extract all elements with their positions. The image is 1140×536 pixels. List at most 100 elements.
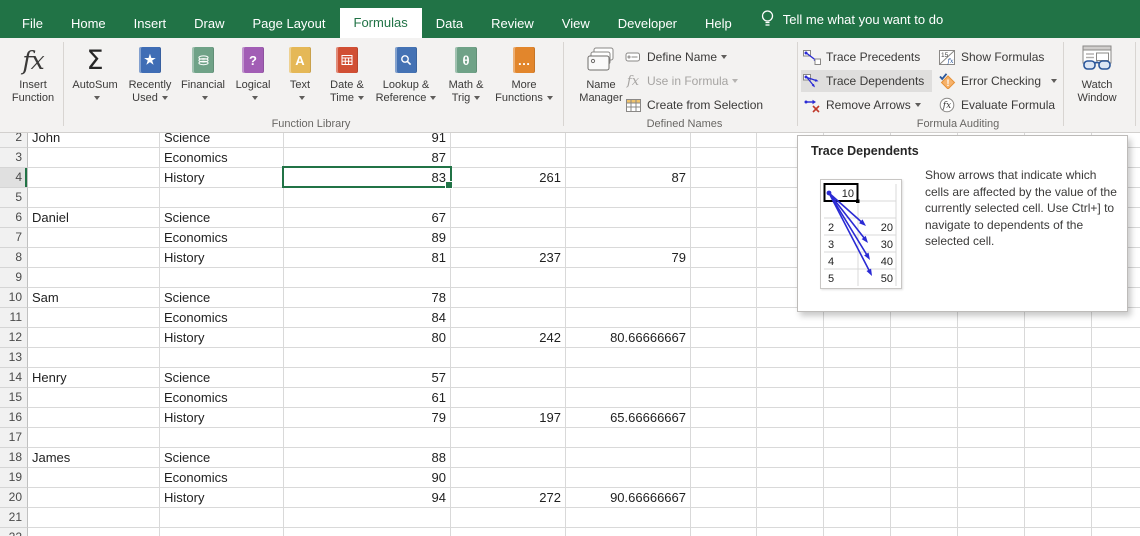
row-header-11[interactable]: 11 <box>0 308 28 328</box>
tab-view[interactable]: View <box>548 10 604 38</box>
cell[interactable] <box>1025 508 1092 528</box>
cell[interactable]: 83 <box>284 168 451 188</box>
cell[interactable] <box>691 208 757 228</box>
cell[interactable]: 91 <box>284 133 451 148</box>
cell[interactable] <box>757 468 824 488</box>
cell[interactable] <box>691 308 757 328</box>
cell[interactable] <box>451 188 566 208</box>
tab-home[interactable]: Home <box>57 10 120 38</box>
define-name-button[interactable]: Define Name <box>622 46 772 68</box>
cell[interactable] <box>824 328 891 348</box>
cell[interactable] <box>1025 328 1092 348</box>
cell[interactable] <box>891 468 958 488</box>
date-time-button[interactable]: Date & Time <box>322 41 372 129</box>
cell[interactable] <box>451 528 566 536</box>
logical-button[interactable]: ? Logical <box>229 41 277 129</box>
cell[interactable] <box>891 448 958 468</box>
cell[interactable] <box>691 288 757 308</box>
cell[interactable]: 61 <box>284 388 451 408</box>
cell[interactable] <box>451 208 566 228</box>
cell[interactable] <box>566 428 691 448</box>
cell[interactable] <box>1025 388 1092 408</box>
cell[interactable] <box>160 188 284 208</box>
cell[interactable] <box>1092 348 1140 368</box>
cell[interactable] <box>451 388 566 408</box>
row-header-22[interactable]: 22 <box>0 528 28 536</box>
cell[interactable] <box>28 268 160 288</box>
row-header-2[interactable]: 2 <box>0 133 28 148</box>
cell[interactable] <box>757 348 824 368</box>
cell[interactable] <box>28 488 160 508</box>
cell[interactable]: History <box>160 408 284 428</box>
cell[interactable] <box>28 388 160 408</box>
cell[interactable] <box>757 388 824 408</box>
cell[interactable] <box>451 308 566 328</box>
math-trig-button[interactable]: θ Math & Trig <box>440 41 492 129</box>
cell[interactable] <box>1025 428 1092 448</box>
cell[interactable]: 57 <box>284 368 451 388</box>
cell[interactable] <box>28 328 160 348</box>
cell[interactable] <box>1025 468 1092 488</box>
cell[interactable] <box>958 368 1025 388</box>
cell[interactable] <box>691 348 757 368</box>
cell[interactable] <box>1092 488 1140 508</box>
row-header-21[interactable]: 21 <box>0 508 28 528</box>
cell[interactable] <box>757 528 824 536</box>
cell[interactable] <box>691 248 757 268</box>
cell[interactable]: 67 <box>284 208 451 228</box>
cell[interactable] <box>824 368 891 388</box>
cell[interactable] <box>160 428 284 448</box>
cell[interactable]: Science <box>160 208 284 228</box>
cell[interactable]: Science <box>160 368 284 388</box>
cell[interactable]: 90 <box>284 468 451 488</box>
lookup-reference-button[interactable]: Lookup & Reference <box>372 41 440 129</box>
cell[interactable] <box>691 408 757 428</box>
show-formulas-button[interactable]: 15fx Show Formulas <box>936 46 1058 68</box>
cell[interactable] <box>566 133 691 148</box>
cell[interactable] <box>284 188 451 208</box>
cell[interactable] <box>691 428 757 448</box>
cell[interactable]: James <box>28 448 160 468</box>
cell[interactable] <box>824 488 891 508</box>
cell[interactable] <box>28 148 160 168</box>
cell[interactable] <box>28 528 160 536</box>
cell[interactable] <box>757 368 824 388</box>
cell[interactable] <box>958 508 1025 528</box>
cell[interactable] <box>824 348 891 368</box>
cell[interactable] <box>891 508 958 528</box>
cell[interactable]: 261 <box>451 168 566 188</box>
cell[interactable] <box>958 408 1025 428</box>
row-header-7[interactable]: 7 <box>0 228 28 248</box>
cell[interactable] <box>1025 408 1092 428</box>
cell[interactable] <box>28 348 160 368</box>
cell[interactable]: 84 <box>284 308 451 328</box>
cell[interactable]: 242 <box>451 328 566 348</box>
cell[interactable]: 80 <box>284 328 451 348</box>
cell[interactable] <box>284 268 451 288</box>
cell[interactable] <box>757 408 824 428</box>
cell[interactable]: Science <box>160 288 284 308</box>
cell[interactable]: 197 <box>451 408 566 428</box>
cell[interactable] <box>891 528 958 536</box>
cell[interactable]: Economics <box>160 308 284 328</box>
cell[interactable] <box>757 448 824 468</box>
cell[interactable]: 94 <box>284 488 451 508</box>
cell[interactable] <box>757 508 824 528</box>
cell[interactable] <box>691 528 757 536</box>
cell[interactable] <box>958 448 1025 468</box>
row-header-4[interactable]: 4 <box>0 168 28 188</box>
cell[interactable] <box>958 468 1025 488</box>
cell[interactable] <box>1025 528 1092 536</box>
tab-insert[interactable]: Insert <box>120 10 181 38</box>
cell[interactable] <box>824 468 891 488</box>
cell[interactable] <box>566 388 691 408</box>
cell[interactable] <box>891 368 958 388</box>
cell[interactable] <box>1025 488 1092 508</box>
cell[interactable] <box>691 188 757 208</box>
cell[interactable]: 79 <box>284 408 451 428</box>
cell[interactable] <box>284 528 451 536</box>
cell[interactable] <box>566 308 691 328</box>
trace-dependents-button[interactable]: Trace Dependents <box>801 70 932 92</box>
cell[interactable] <box>28 168 160 188</box>
cell[interactable] <box>891 428 958 448</box>
